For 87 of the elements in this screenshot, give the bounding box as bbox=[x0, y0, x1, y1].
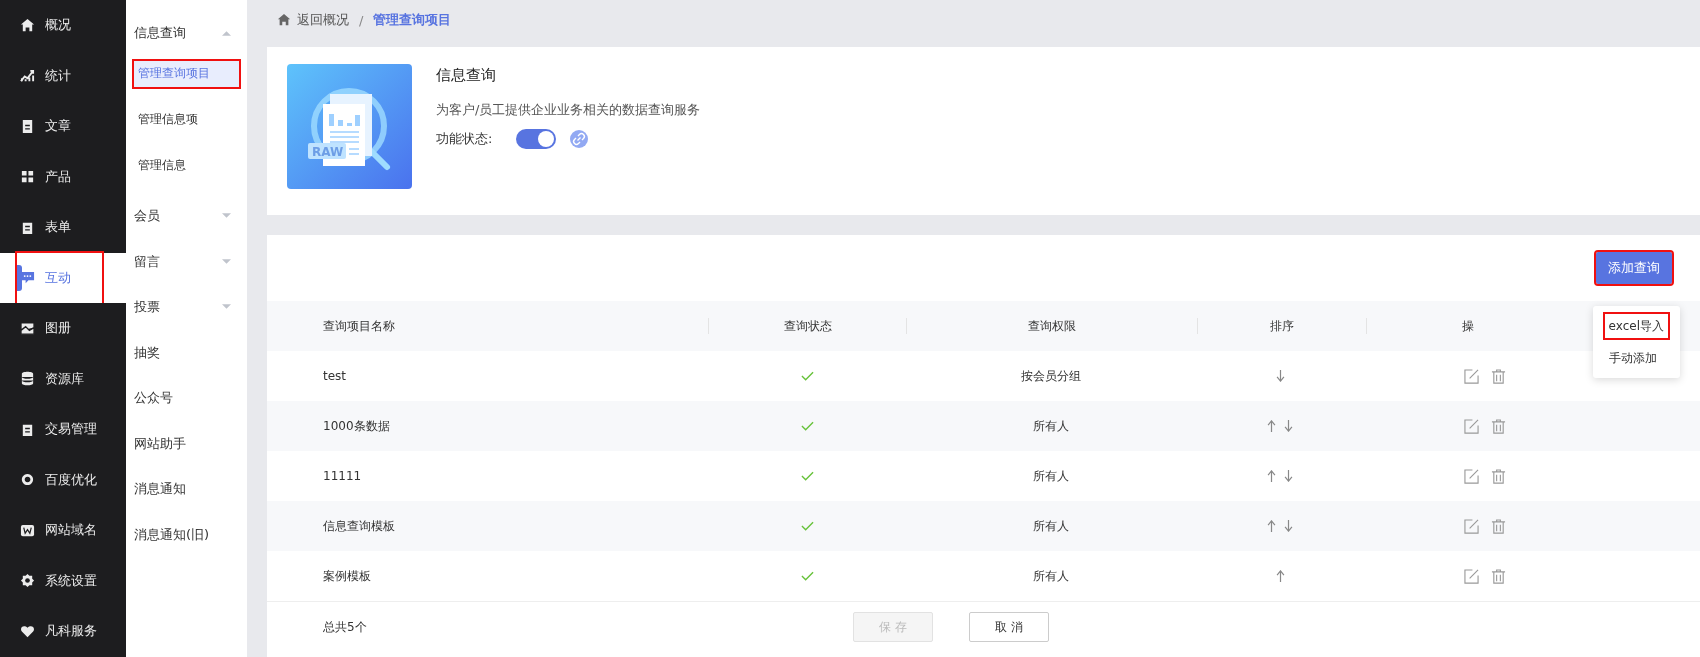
breadcrumb-current: 管理查询项目 bbox=[373, 11, 452, 29]
submenu-item[interactable]: 管理信息 bbox=[132, 150, 241, 181]
sidebar-item[interactable]: 网站域名 bbox=[0, 505, 126, 556]
ring-icon bbox=[20, 472, 35, 488]
arrow-up-icon[interactable] bbox=[1267, 420, 1276, 432]
sidebar-item[interactable]: 凡科服务 bbox=[0, 606, 126, 657]
table-cell-text: 按会员分组 bbox=[1020, 367, 1082, 385]
heart-icon bbox=[20, 623, 35, 639]
submenu-item[interactable]: 管理查询项目 bbox=[132, 58, 241, 89]
table-cell-text: 所有人 bbox=[1032, 517, 1070, 535]
edit-icon[interactable] bbox=[1464, 518, 1479, 534]
table-cell-text: 所有人 bbox=[1032, 417, 1070, 435]
chart-icon bbox=[20, 68, 35, 84]
submenu-item[interactable]: 管理信息项 bbox=[132, 104, 241, 135]
caret-icon bbox=[222, 213, 231, 220]
back-link[interactable]: 返回概况 bbox=[277, 11, 349, 29]
edit-icon[interactable] bbox=[1464, 568, 1479, 584]
doc-icon bbox=[20, 118, 35, 134]
sidebar-item[interactable]: 概况 bbox=[0, 0, 126, 51]
table-cell-text: 11111 bbox=[322, 469, 363, 483]
delete-icon[interactable] bbox=[1491, 468, 1506, 484]
album-icon bbox=[20, 320, 35, 336]
edit-icon[interactable] bbox=[1464, 418, 1479, 434]
submenu-item[interactable]: 抽奖 bbox=[126, 330, 247, 376]
db-icon bbox=[20, 371, 35, 387]
menu-item[interactable]: excel导入 bbox=[1602, 312, 1670, 340]
submenu-item[interactable]: 投票 bbox=[126, 284, 247, 330]
feature-title: 信息查询 bbox=[436, 66, 497, 85]
sidebar-item[interactable]: 产品 bbox=[0, 151, 126, 202]
delete-icon[interactable] bbox=[1491, 518, 1506, 534]
w-icon bbox=[20, 522, 35, 538]
sidebar-item[interactable]: 统计 bbox=[0, 50, 126, 101]
delete-icon[interactable] bbox=[1491, 568, 1506, 584]
sidebar-item[interactable]: 表单 bbox=[0, 202, 126, 253]
breadcrumb-separator: / bbox=[359, 12, 364, 28]
feature-description: 为客户/员工提供企业业务相关的数据查询服务 bbox=[436, 101, 701, 119]
caret-icon bbox=[222, 29, 231, 36]
arrow-down-icon[interactable] bbox=[1284, 470, 1293, 482]
submenu-item[interactable]: 公众号 bbox=[126, 375, 247, 421]
status-label: 功能状态: bbox=[436, 130, 493, 148]
delete-icon[interactable] bbox=[1491, 368, 1506, 384]
add-query-button[interactable]: 添加查询 bbox=[1596, 252, 1672, 284]
column-header: 查询状态 bbox=[709, 318, 907, 334]
submenu-item[interactable]: 消息通知 bbox=[126, 466, 247, 512]
caret-icon bbox=[222, 258, 231, 265]
grid-icon bbox=[20, 169, 35, 185]
arrow-down-icon[interactable] bbox=[1284, 520, 1293, 532]
caret-icon bbox=[222, 304, 231, 311]
table-cell-text: 所有人 bbox=[1032, 467, 1070, 485]
arrow-down-icon[interactable] bbox=[1284, 420, 1293, 432]
menu-item[interactable]: 手动添加 bbox=[1602, 344, 1670, 372]
table-cell-text: 信息查询模板 bbox=[322, 517, 396, 535]
link-icon[interactable] bbox=[570, 130, 589, 148]
arrow-up-icon[interactable] bbox=[1275, 570, 1285, 582]
submenu-item[interactable]: 消息通知(旧) bbox=[126, 512, 247, 558]
submenu-item[interactable]: 留言 bbox=[126, 239, 247, 285]
arrow-up-icon[interactable] bbox=[1267, 520, 1276, 532]
table-cell-text: 所有人 bbox=[1032, 567, 1070, 585]
status-switch[interactable] bbox=[516, 129, 557, 149]
table-cell-text: 案例模板 bbox=[322, 567, 372, 585]
sidebar-item[interactable]: 百度优化 bbox=[0, 454, 126, 505]
submenu-item[interactable]: 网站助手 bbox=[126, 421, 247, 467]
sidebar-item[interactable]: 交易管理 bbox=[0, 404, 126, 455]
sidebar-item[interactable]: 图册 bbox=[0, 303, 126, 354]
submenu-item[interactable]: 信息查询 bbox=[126, 10, 247, 56]
total-count: 总共5个 bbox=[323, 618, 368, 636]
home-icon bbox=[277, 13, 291, 27]
cancel-button[interactable]: 取 消 bbox=[969, 612, 1049, 642]
edit-icon[interactable] bbox=[1464, 368, 1479, 384]
settings-icon bbox=[20, 573, 35, 589]
edit-icon[interactable] bbox=[1464, 468, 1479, 484]
home-icon bbox=[20, 17, 35, 33]
column-header: 查询权限 bbox=[907, 318, 1198, 334]
column-header: 排序 bbox=[1198, 318, 1367, 334]
arrow-down-icon[interactable] bbox=[1275, 370, 1285, 382]
arrow-up-icon[interactable] bbox=[1267, 470, 1276, 482]
sidebar-item[interactable]: 文章 bbox=[0, 101, 126, 152]
delete-icon[interactable] bbox=[1491, 418, 1506, 434]
submenu-item[interactable]: 会员 bbox=[126, 193, 247, 239]
sidebar-item[interactable]: 资源库 bbox=[0, 353, 126, 404]
column-header: 查询项目名称 bbox=[267, 318, 709, 334]
table-cell-text: 1000条数据 bbox=[322, 417, 391, 435]
column-header: 操 bbox=[1461, 318, 1475, 334]
sidebar-item[interactable]: 互动 bbox=[17, 252, 102, 303]
sidebar-item[interactable]: 系统设置 bbox=[0, 555, 126, 606]
table-cell-text: test bbox=[322, 369, 348, 383]
feature-illustration: RAW bbox=[287, 64, 412, 189]
